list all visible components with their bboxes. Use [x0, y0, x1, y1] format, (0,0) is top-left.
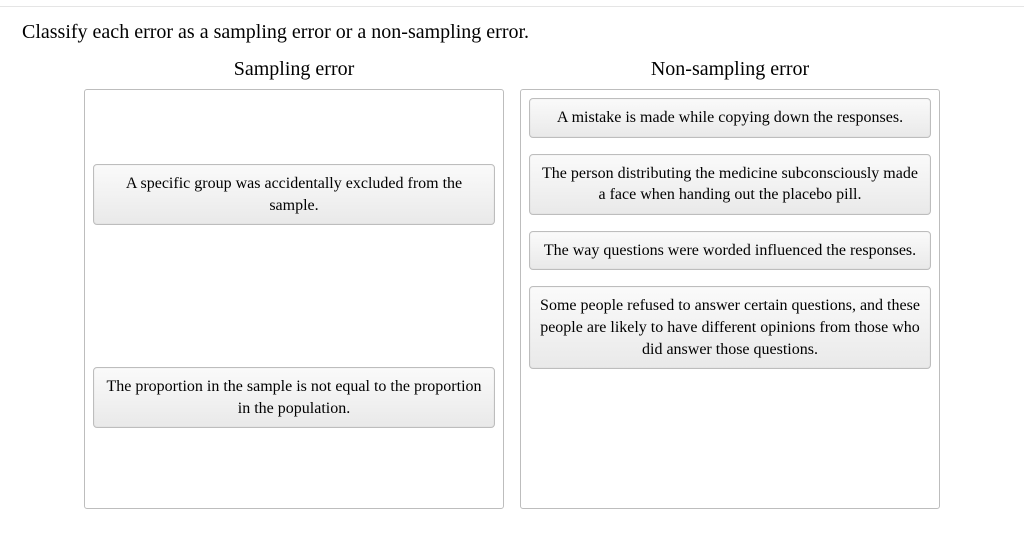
chip-question-wording[interactable]: The way questions were worded influenced…: [529, 231, 931, 271]
dropzone-sampling-error[interactable]: A specific group was accidentally exclud…: [84, 89, 504, 509]
chip-placebo-face[interactable]: The person distributing the medicine sub…: [529, 154, 931, 215]
heading-sampling-error: Sampling error: [234, 58, 355, 81]
chip-copying-mistake[interactable]: A mistake is made while copying down the…: [529, 98, 931, 138]
heading-non-sampling-error: Non-sampling error: [651, 58, 809, 81]
question-prompt: Classify each error as a sampling error …: [0, 7, 1024, 54]
chip-excluded-group[interactable]: A specific group was accidentally exclud…: [93, 164, 495, 225]
column-non-sampling-error: Non-sampling error A mistake is made whi…: [520, 54, 940, 509]
dropzone-non-sampling-error[interactable]: A mistake is made while copying down the…: [520, 89, 940, 509]
classification-columns: Sampling error A specific group was acci…: [0, 54, 1024, 509]
column-sampling-error: Sampling error A specific group was acci…: [84, 54, 504, 509]
chip-proportion-mismatch[interactable]: The proportion in the sample is not equa…: [93, 367, 495, 428]
chip-refused-answer[interactable]: Some people refused to answer certain qu…: [529, 286, 931, 369]
spacer: [93, 98, 495, 148]
spacer: [93, 241, 495, 351]
